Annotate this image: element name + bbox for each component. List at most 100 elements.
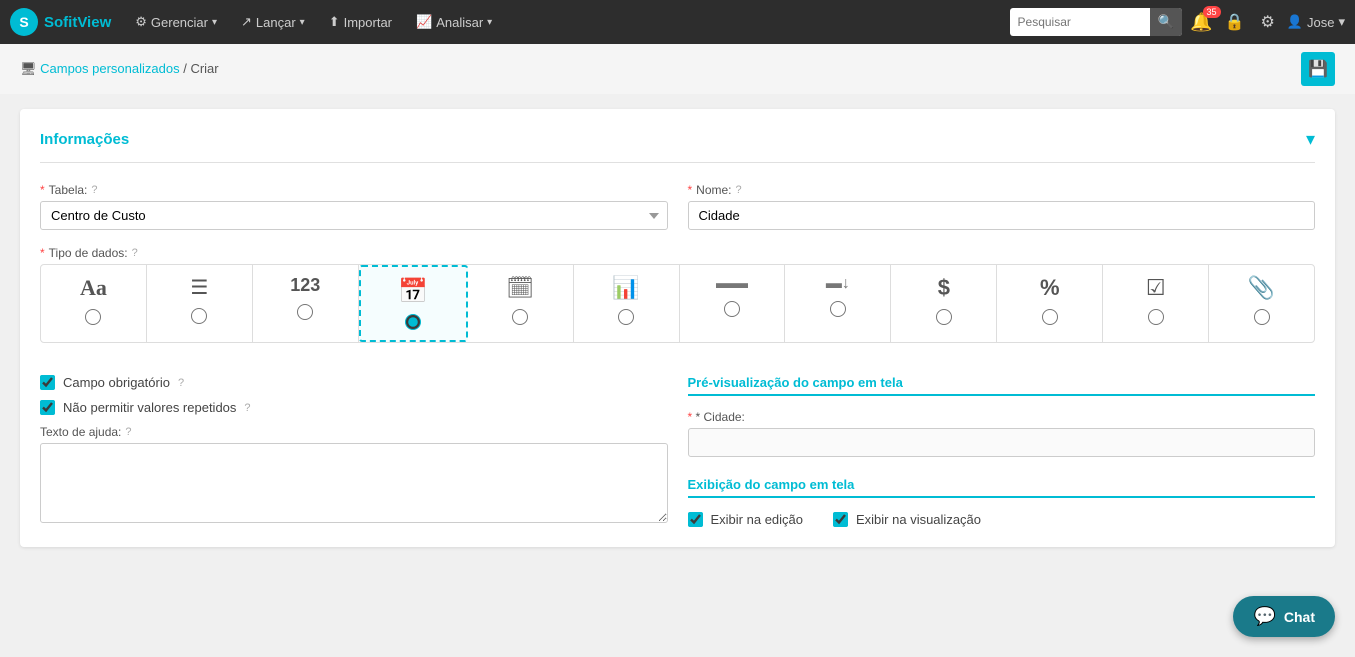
logo-text: SofitView [44,14,111,31]
data-type-text[interactable]: Aa [41,265,147,342]
data-type-multiline-radio[interactable] [191,308,207,324]
data-type-field1-radio[interactable] [724,301,740,317]
data-type-date-radio[interactable] [405,314,421,330]
preview-field-input[interactable] [688,428,1316,457]
logo: S SofitView [10,8,111,36]
nao-permitir-group: Não permitir valores repetidos ? [40,400,668,415]
chat-icon: 💬 [1253,606,1275,627]
campo-obrigatorio-label: Campo obrigatório [63,375,170,390]
tabela-select[interactable]: Centro de Custo Clientes Fornecedores Pr… [40,201,668,230]
search-button[interactable]: 🔍 [1150,8,1183,36]
nao-permitir-label: Não permitir valores repetidos [63,400,236,415]
date-type-icon: 📅 [398,277,428,306]
breadcrumb-parent-link[interactable]: Campos personalizados [40,61,179,76]
chevron-down-icon: ▾ [212,17,217,28]
data-type-checkbox-radio[interactable] [1148,309,1164,325]
data-type-datetime-radio[interactable] [512,309,528,325]
campo-obrigatorio-group: Campo obrigatório ? [40,375,668,390]
texto-ajuda-label: Texto de ajuda: ? [40,425,668,439]
field1-type-icon: ▬▬ [716,275,748,293]
user-menu[interactable]: 👤 Jose ▾ [1287,14,1345,30]
nav-importar[interactable]: ⬆ Importar [319,0,402,44]
tipo-dados-group: * Tipo de dados: ? Aa ☰ 123 📅 [40,246,1315,359]
texto-ajuda-help-icon[interactable]: ? [125,426,131,438]
data-type-currency[interactable]: $ [891,265,997,342]
preview-title: Pré-visualização do campo em tela [688,375,1316,396]
data-type-field1[interactable]: ▬▬ [680,265,786,342]
nao-permitir-help-icon[interactable]: ? [244,402,250,414]
form-row-top: * Tabela: ? Centro de Custo Clientes For… [40,183,1315,230]
data-type-attachment-radio[interactable] [1254,309,1270,325]
data-type-text-radio[interactable] [85,309,101,325]
chat-button[interactable]: 💬 Chat [1233,596,1335,637]
exibir-edicao-label: Exibir na edição [711,512,804,527]
data-type-percent[interactable]: % [997,265,1103,342]
tabela-group: * Tabela: ? Centro de Custo Clientes For… [40,183,668,230]
lock-icon[interactable]: 🔒 [1221,12,1249,32]
form-right-col: Pré-visualização do campo em tela * * Ci… [688,375,1316,527]
nav-gerenciar[interactable]: ⚙ Gerenciar ▾ [125,0,227,44]
percent-type-icon: % [1040,275,1060,301]
notifications-button[interactable]: 🔔 35 [1190,12,1212,33]
exibir-edicao-checkbox[interactable] [688,512,703,527]
data-types-selector: Aa ☰ 123 📅 🗓 [40,264,1315,343]
preview-field-label: * * Cidade: [688,410,1316,424]
data-type-table-radio[interactable] [618,309,634,325]
data-type-field2-radio[interactable] [830,301,846,317]
display-options: Exibir na edição Exibir na visualização [688,512,1316,527]
data-type-checkbox[interactable]: ☑ [1103,265,1209,342]
chevron-down-icon: ▾ [1338,14,1345,30]
collapse-button[interactable]: ▾ [1306,129,1315,150]
multiline-type-icon: ☰ [190,275,208,300]
nav-lancar[interactable]: ↗ Lançar ▾ [231,0,315,44]
form-bottom-columns: Campo obrigatório ? Não permitir valores… [40,375,1315,527]
display-title: Exibição do campo em tela [688,477,1316,498]
save-button[interactable]: 💾 [1301,52,1335,86]
exibir-visualizacao-group: Exibir na visualização [833,512,981,527]
campo-obrigatorio-help-icon[interactable]: ? [178,377,184,389]
data-type-number[interactable]: 123 [253,265,359,342]
data-type-date[interactable]: 📅 [359,265,468,342]
main-content: Informações ▾ * Tabela: ? Centro de Cust… [0,94,1355,562]
nome-label: * Nome: ? [688,183,1316,197]
chevron-down-icon: ▾ [300,17,305,28]
data-type-datetime[interactable]: 🗓 [468,265,574,342]
nav-analisar[interactable]: 📈 Analisar ▾ [406,0,502,44]
table-type-icon: 📊 [612,275,639,301]
search-input[interactable] [1010,15,1150,29]
card-title: Informações [40,131,129,148]
settings-icon[interactable]: ⚙ [1256,12,1278,32]
nome-group: * Nome: ? [688,183,1316,230]
display-section: Exibição do campo em tela Exibir na ediç… [688,477,1316,527]
notification-badge: 35 [1203,6,1221,18]
search-box: 🔍 [1010,8,1183,36]
topnav-right: 🔍 🔔 35 🔒 ⚙ 👤 Jose ▾ [1010,8,1345,36]
number-type-icon: 123 [290,275,320,296]
nome-help-icon[interactable]: ? [736,184,742,196]
tipo-dados-help-icon[interactable]: ? [132,247,138,259]
form-left-col: Campo obrigatório ? Não permitir valores… [40,375,668,527]
tabela-label: * Tabela: ? [40,183,668,197]
data-type-table[interactable]: 📊 [574,265,680,342]
data-type-percent-radio[interactable] [1042,309,1058,325]
tabela-help-icon[interactable]: ? [91,184,97,196]
exibir-visualizacao-checkbox[interactable] [833,512,848,527]
informacoes-card: Informações ▾ * Tabela: ? Centro de Cust… [20,109,1335,547]
field2-type-icon: ▬↓ [826,275,850,293]
data-type-number-radio[interactable] [297,304,313,320]
data-type-currency-radio[interactable] [936,309,952,325]
campo-obrigatorio-checkbox[interactable] [40,375,55,390]
data-type-multiline[interactable]: ☰ [147,265,253,342]
data-type-attachment[interactable]: 📎 [1209,265,1314,342]
logo-icon: S [10,8,38,36]
chat-label: Chat [1284,609,1315,625]
texto-ajuda-group: Texto de ajuda: ? [40,425,668,523]
exibir-edicao-group: Exibir na edição [688,512,804,527]
currency-type-icon: $ [938,275,950,301]
texto-ajuda-textarea[interactable] [40,443,668,523]
text-type-icon: Aa [80,275,107,301]
nao-permitir-checkbox[interactable] [40,400,55,415]
data-type-field2[interactable]: ▬↓ [785,265,891,342]
exibir-visualizacao-label: Exibir na visualização [856,512,981,527]
nome-input[interactable] [688,201,1316,230]
